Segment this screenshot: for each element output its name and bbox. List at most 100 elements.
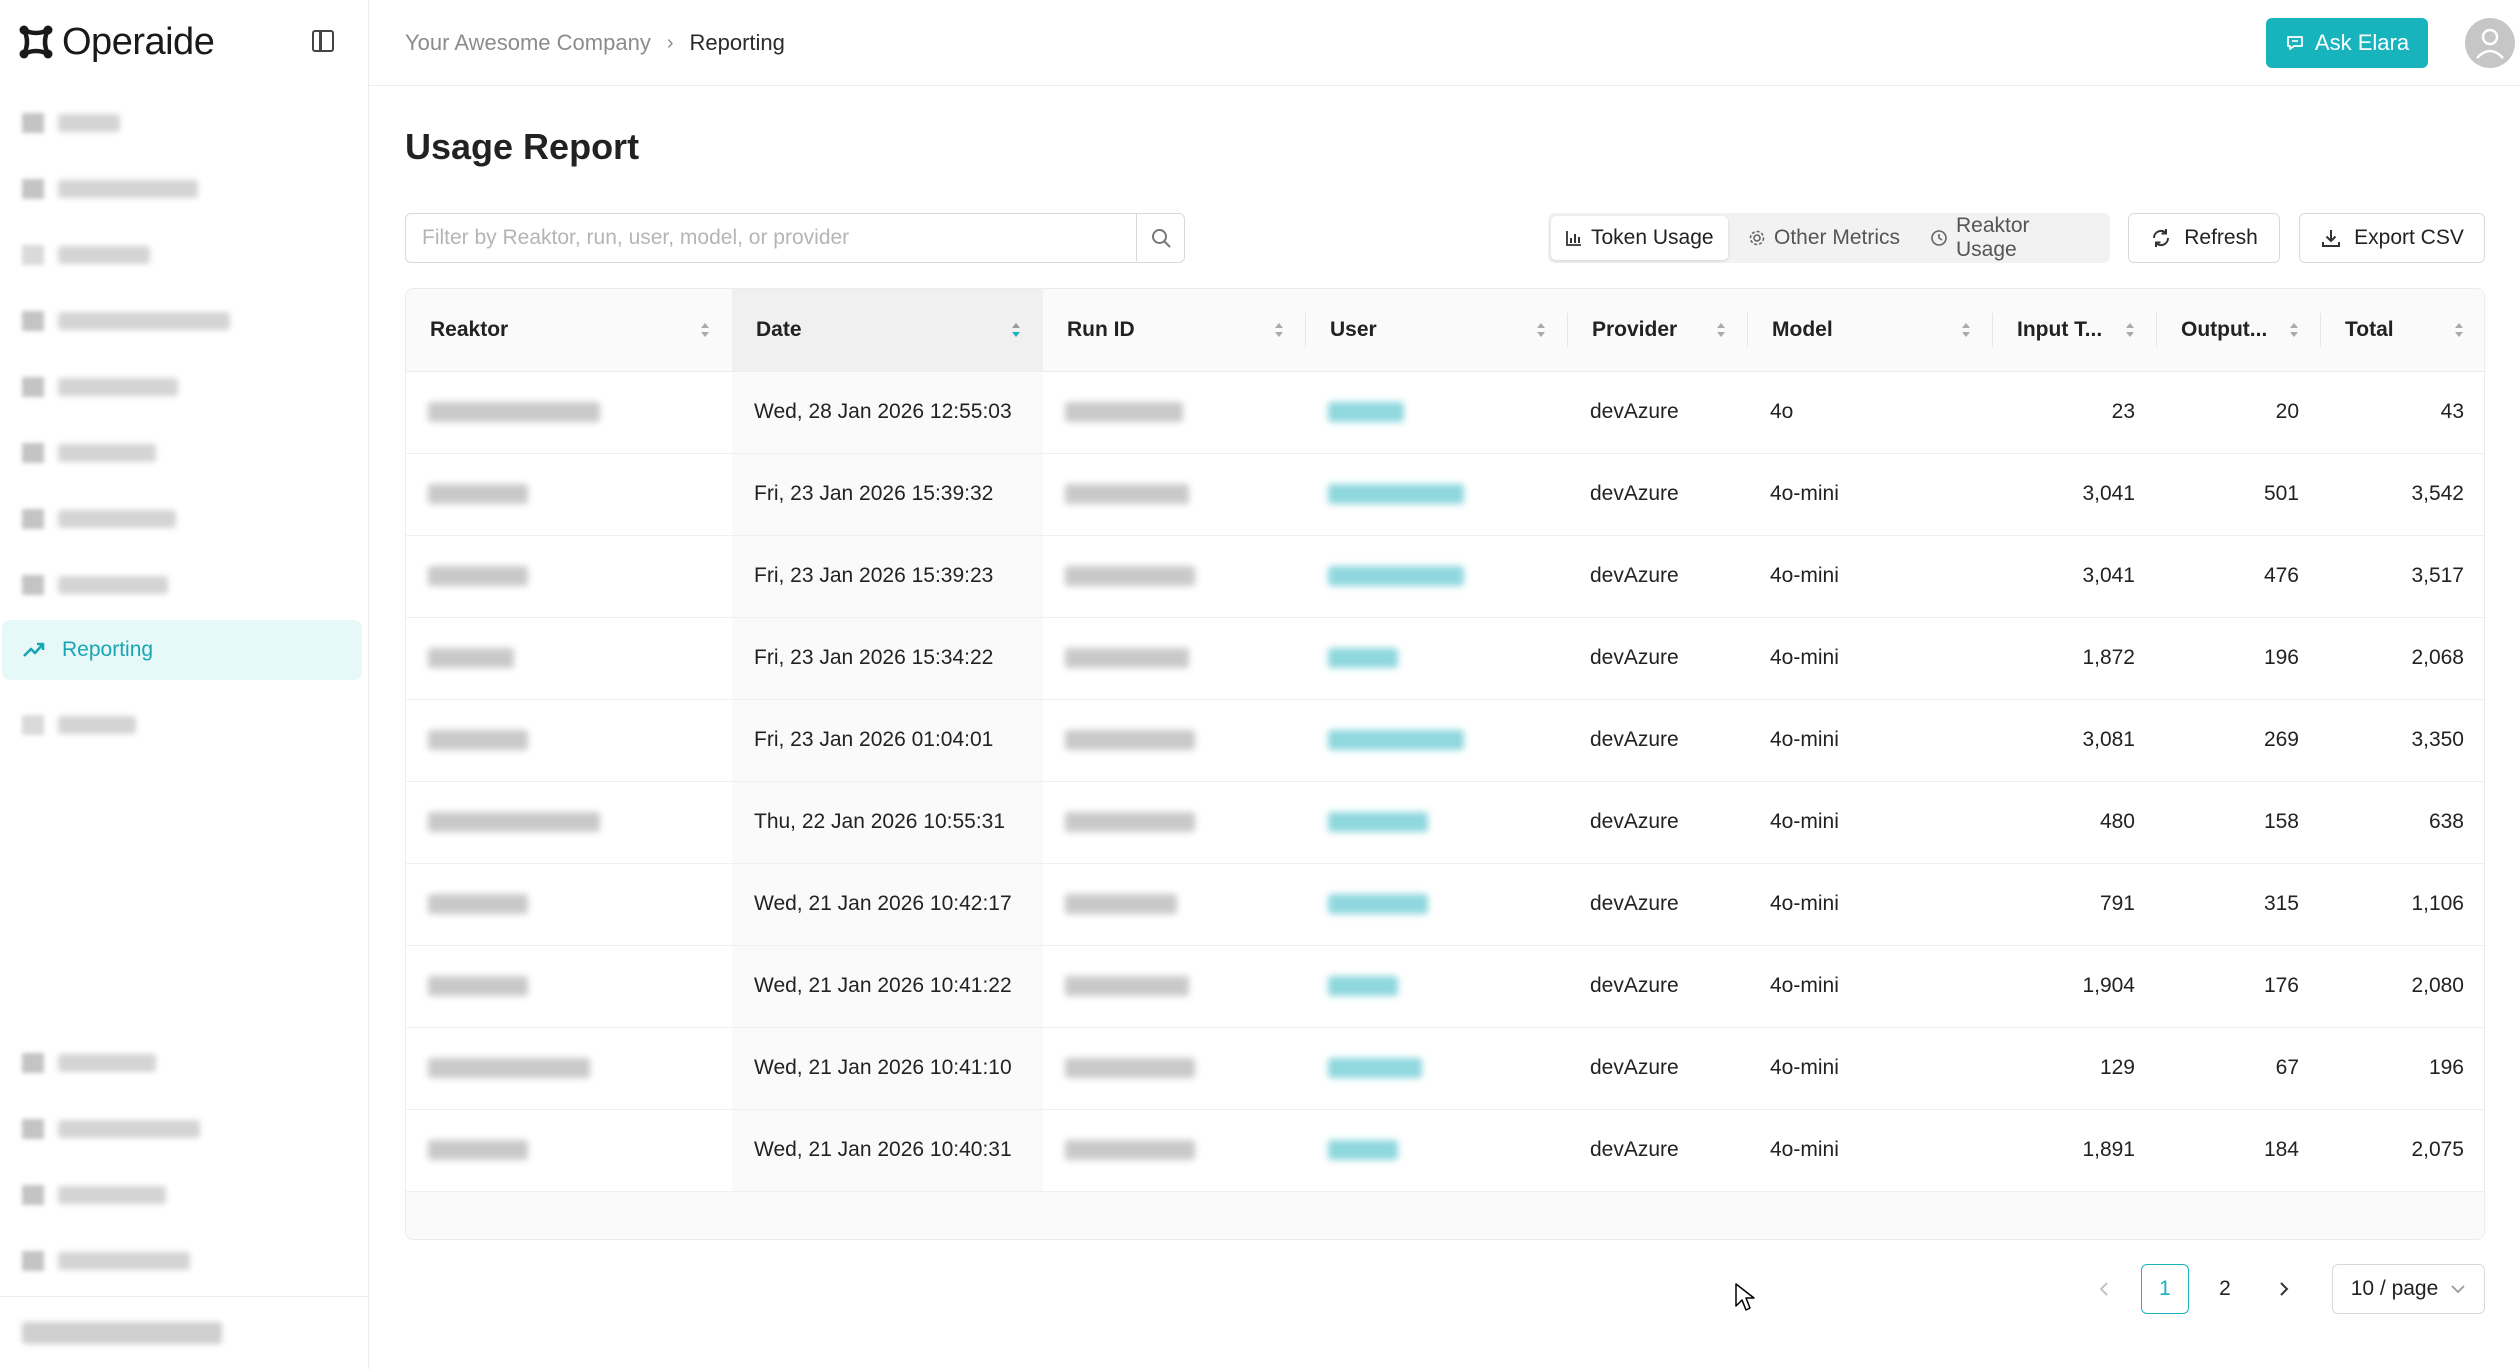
sort-icon[interactable] (1716, 320, 1726, 340)
export-csv-button[interactable]: Export CSV (2299, 213, 2485, 263)
sort-icon[interactable] (2289, 320, 2299, 340)
sort-icon[interactable] (1274, 320, 1284, 340)
sidebar-item-redacted[interactable] (22, 710, 136, 740)
user-cell[interactable] (1306, 371, 1568, 454)
export-label: Export CSV (2354, 226, 2464, 249)
user-cell[interactable] (1306, 535, 1568, 618)
input-tokens-cell: 129 (1993, 1027, 2157, 1110)
sidebar-item-redacted[interactable] (22, 372, 178, 402)
user-cell[interactable] (1306, 1109, 1568, 1192)
sidebar-item-redacted[interactable] (22, 306, 230, 336)
sort-icon[interactable] (2454, 320, 2464, 340)
sidebar-item-redacted[interactable] (22, 1048, 156, 1078)
sidebar-item-redacted[interactable] (22, 438, 156, 468)
table-row[interactable]: Fri, 23 Jan 2026 15:39:32 devAzure 4o-mini… (406, 453, 2484, 536)
avatar[interactable] (2465, 18, 2515, 68)
table-row[interactable]: Wed, 28 Jan 2026 12:55:03 devAzure 4o 23 20 4… (406, 371, 2484, 454)
table-row[interactable]: Wed, 21 Jan 2026 10:40:31 devAzure 4o-mini… (406, 1109, 2484, 1192)
nav-icon (22, 443, 44, 463)
sort-icon[interactable] (700, 320, 710, 340)
redacted-text (1328, 730, 1464, 751)
sidebar-user-redacted[interactable] (22, 1322, 222, 1344)
reaktor-cell (406, 781, 732, 864)
column-header[interactable]: Output... (2157, 289, 2321, 372)
column-header[interactable]: Reaktor (406, 289, 732, 372)
total-tokens-cell: 43 (2321, 371, 2484, 454)
redacted-text (428, 894, 528, 915)
column-header[interactable]: Date (732, 289, 1043, 372)
refresh-button[interactable]: Refresh (2128, 213, 2280, 263)
table-row[interactable]: Fri, 23 Jan 2026 01:04:01 devAzure 4o-mini… (406, 699, 2484, 782)
sidebar-item-redacted[interactable] (22, 174, 198, 204)
sidebar: Operaide Reporting (0, 0, 369, 1369)
prev-page-button[interactable] (2092, 1264, 2116, 1314)
sidebar-item-redacted[interactable] (22, 1180, 166, 1210)
redacted-text (1328, 484, 1464, 505)
sidebar-item-redacted[interactable] (22, 570, 168, 600)
sidebar-collapse-icon[interactable] (312, 30, 334, 52)
table-row[interactable]: Fri, 23 Jan 2026 15:34:22 devAzure 4o-mini… (406, 617, 2484, 700)
sort-icon[interactable] (1536, 320, 1546, 340)
column-header[interactable]: Model (1748, 289, 1993, 372)
provider-cell: devAzure (1568, 699, 1748, 782)
user-cell[interactable] (1306, 945, 1568, 1028)
column-header-label: Reaktor (430, 317, 509, 341)
page-size-select[interactable]: 10 / page (2332, 1264, 2485, 1314)
output-tokens-cell: 501 (2157, 453, 2321, 536)
search-button[interactable] (1136, 214, 1184, 261)
page-2-button[interactable]: 2 (2201, 1264, 2249, 1314)
table-row[interactable]: Fri, 23 Jan 2026 15:39:23 devAzure 4o-mini… (406, 535, 2484, 618)
nav-icon (22, 509, 44, 529)
chevron-left-icon (2099, 1282, 2108, 1296)
column-header-label: Provider (1592, 317, 1678, 341)
tab-other-metrics[interactable]: Other Metrics (1734, 216, 1914, 260)
user-cell[interactable] (1306, 617, 1568, 700)
breadcrumb-company[interactable]: Your Awesome Company (405, 30, 651, 56)
sidebar-item-redacted[interactable] (22, 108, 120, 138)
table-row[interactable]: Thu, 22 Jan 2026 10:55:31 devAzure 4o-mini… (406, 781, 2484, 864)
app-logo[interactable]: Operaide (14, 18, 215, 66)
user-cell[interactable] (1306, 1027, 1568, 1110)
usage-table: Reaktor Date Run ID User Provider Model Input … (405, 288, 2485, 1240)
user-cell[interactable] (1306, 863, 1568, 946)
tab-reaktor-usage[interactable]: Reaktor Usage (1916, 214, 2110, 261)
input-tokens-cell: 1,904 (1993, 945, 2157, 1028)
column-header[interactable]: Provider (1568, 289, 1748, 372)
tab-token-usage[interactable]: Token Usage (1551, 216, 1728, 260)
page-size-value: 10 / page (2350, 1277, 2439, 1300)
date-cell: Wed, 21 Jan 2026 10:40:31 (732, 1109, 1043, 1192)
next-page-button[interactable] (2272, 1264, 2296, 1314)
redacted-text (1065, 1058, 1195, 1079)
clock-icon (1931, 230, 1947, 246)
page-1-button[interactable]: 1 (2141, 1264, 2189, 1314)
sidebar-item-reporting[interactable]: Reporting (2, 620, 362, 680)
table-row[interactable]: Wed, 21 Jan 2026 10:41:22 devAzure 4o-mini… (406, 945, 2484, 1028)
column-header[interactable]: Input T... (1993, 289, 2157, 372)
refresh-label: Refresh (2184, 226, 2258, 249)
sidebar-item-redacted[interactable] (22, 1246, 190, 1276)
ask-elara-button[interactable]: Ask Elara (2266, 18, 2428, 68)
column-header[interactable]: Total (2321, 289, 2484, 372)
output-tokens-cell: 315 (2157, 863, 2321, 946)
model-cell: 4o-mini (1748, 781, 1993, 864)
nav-icon (22, 1251, 44, 1271)
table-row[interactable]: Wed, 21 Jan 2026 10:41:10 devAzure 4o-mini… (406, 1027, 2484, 1110)
column-header[interactable]: Run ID (1043, 289, 1306, 372)
table-row[interactable]: Wed, 21 Jan 2026 10:42:17 devAzure 4o-mini… (406, 863, 2484, 946)
nav-icon (22, 1185, 44, 1205)
user-cell[interactable] (1306, 453, 1568, 536)
sort-icon[interactable] (1961, 320, 1971, 340)
sidebar-item-redacted[interactable] (22, 1114, 200, 1144)
user-cell[interactable] (1306, 781, 1568, 864)
date-cell: Fri, 23 Jan 2026 15:39:32 (732, 453, 1043, 536)
user-cell[interactable] (1306, 699, 1568, 782)
redacted-text (428, 730, 528, 751)
sort-icon[interactable] (2125, 320, 2135, 340)
filter-input[interactable] (406, 214, 1136, 261)
input-tokens-cell: 480 (1993, 781, 2157, 864)
sidebar-item-redacted[interactable] (22, 504, 176, 534)
redacted-text (428, 648, 514, 669)
sidebar-item-redacted[interactable] (22, 240, 150, 270)
column-header[interactable]: User (1306, 289, 1568, 372)
sort-icon[interactable] (1011, 320, 1021, 340)
